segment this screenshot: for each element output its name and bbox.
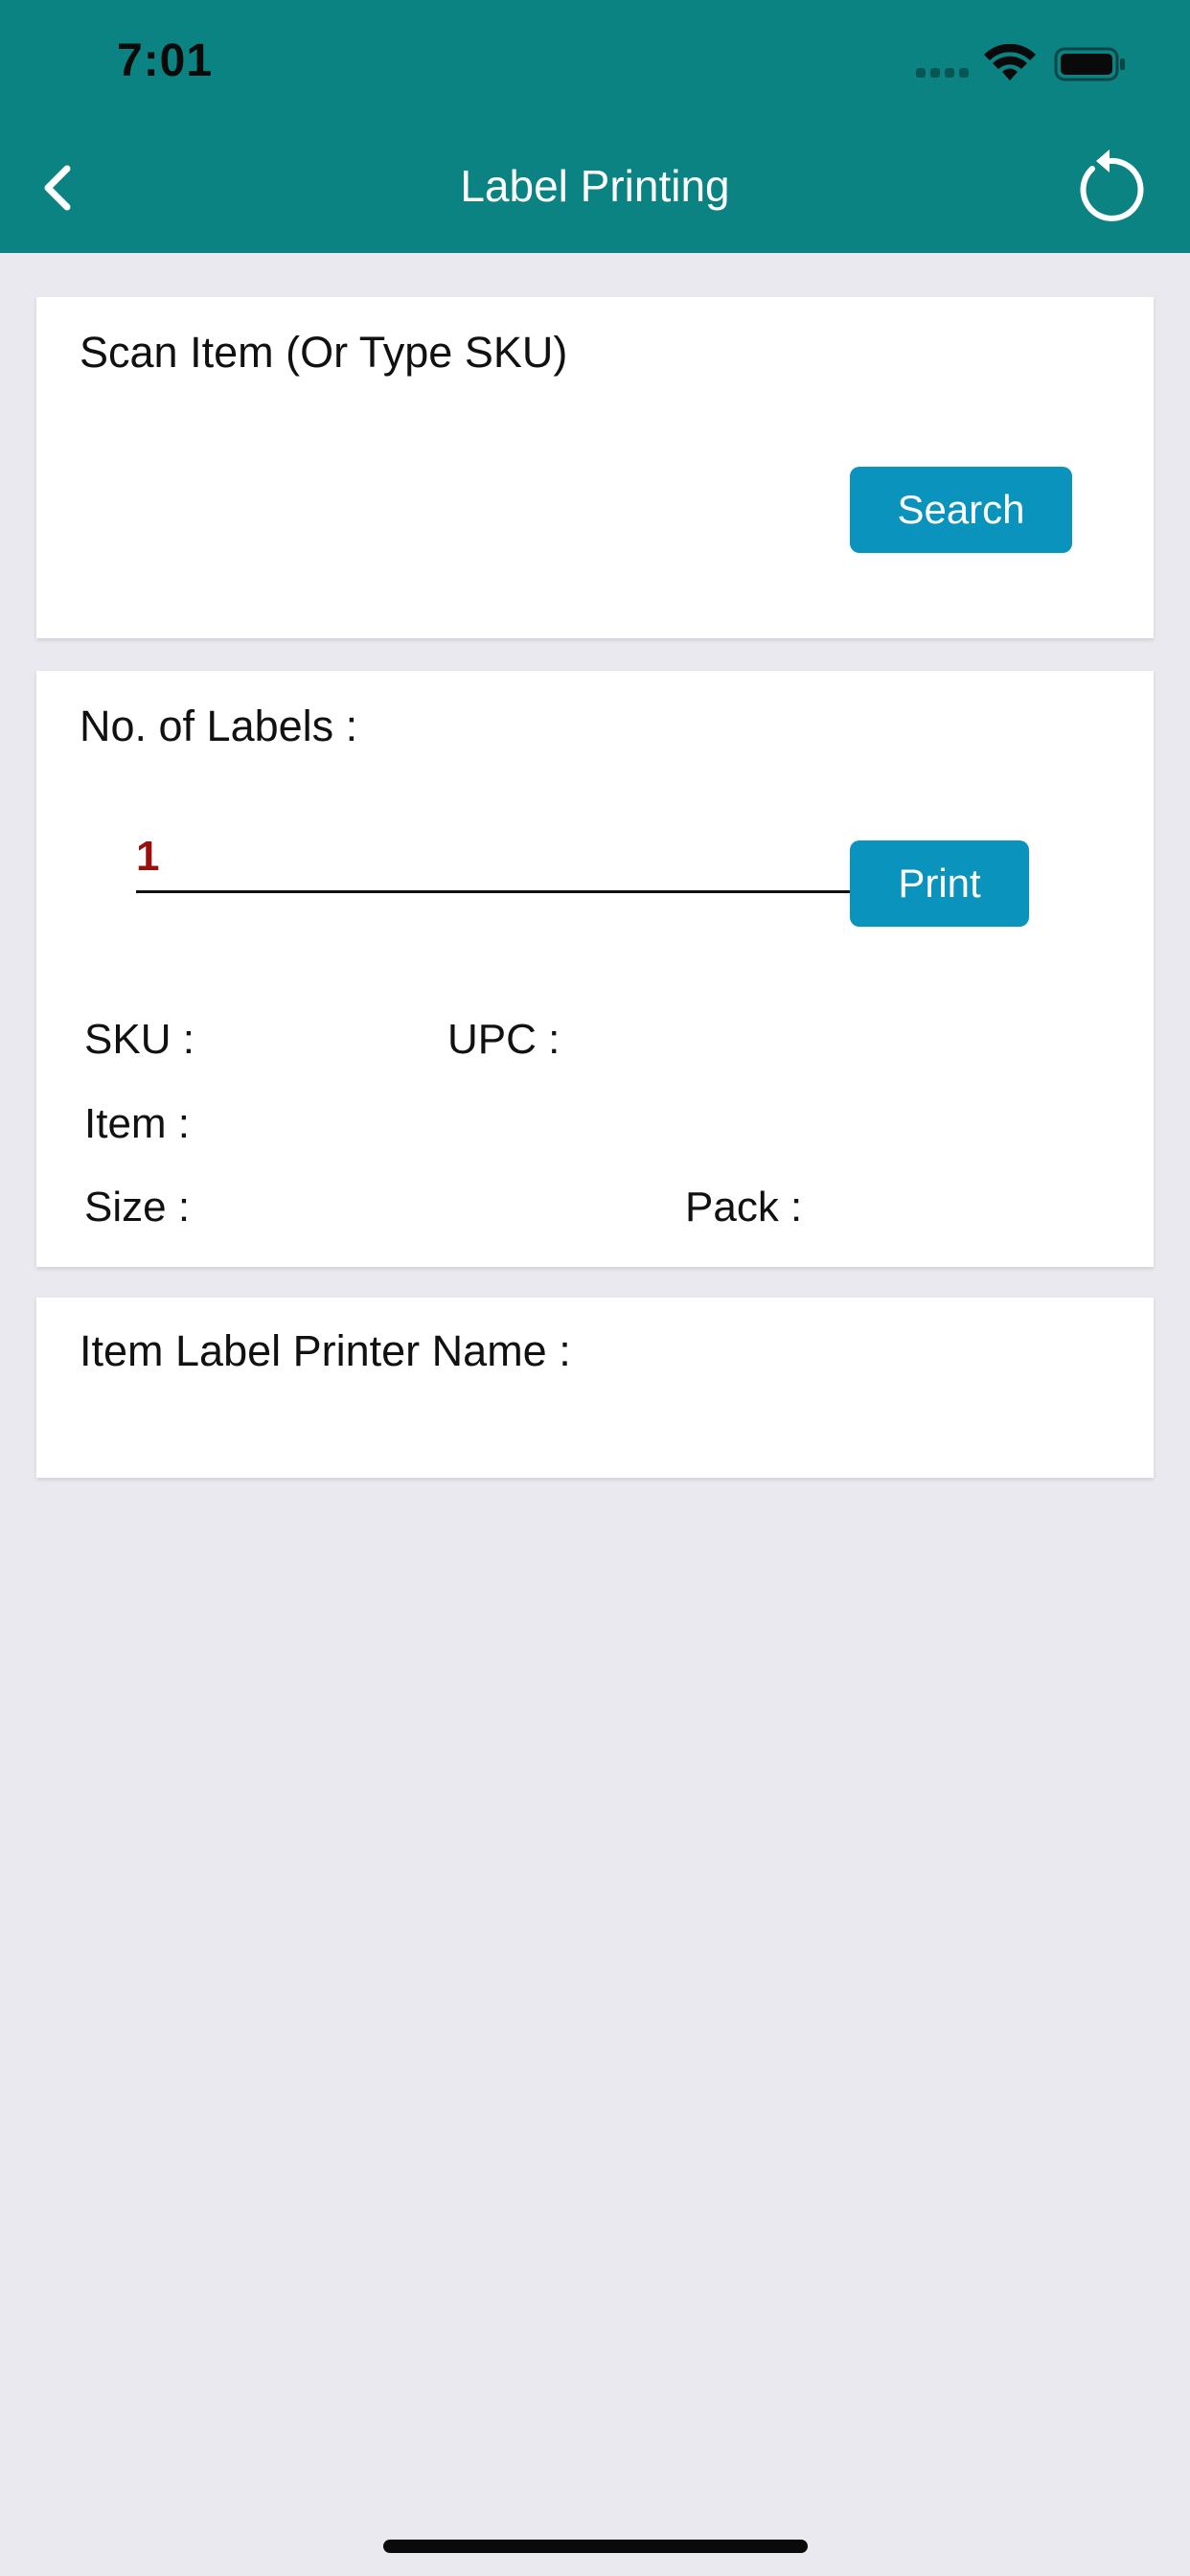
sku-label: SKU : [84, 1016, 195, 1063]
home-indicator [383, 2540, 808, 2553]
status-time: 7:01 [117, 35, 214, 86]
battery-icon [1054, 47, 1125, 81]
no-of-labels-label: No. of Labels : [80, 702, 358, 750]
nav-header: 7:01 Label Printing [0, 0, 1190, 253]
refresh-icon[interactable] [1071, 148, 1148, 224]
label-count-input[interactable] [136, 822, 887, 893]
page-title: Label Printing [460, 161, 730, 211]
printer-card: Item Label Printer Name : [36, 1298, 1154, 1478]
upc-label: UPC : [447, 1016, 561, 1063]
printer-name-label: Item Label Printer Name : [80, 1326, 571, 1375]
labels-card: No. of Labels : Print SKU : UPC : Item :… [36, 671, 1154, 1267]
cellular-signal-icon [916, 68, 969, 78]
search-button[interactable]: Search [850, 467, 1072, 553]
item-label: Item : [84, 1100, 191, 1147]
scan-item-label: Scan Item (Or Type SKU) [80, 328, 568, 377]
pack-label: Pack : [685, 1184, 803, 1230]
scan-item-card: Scan Item (Or Type SKU) Search [36, 297, 1154, 816]
size-label: Size : [84, 1184, 191, 1230]
print-button[interactable]: Print [850, 840, 1029, 927]
wifi-icon [984, 44, 1036, 80]
